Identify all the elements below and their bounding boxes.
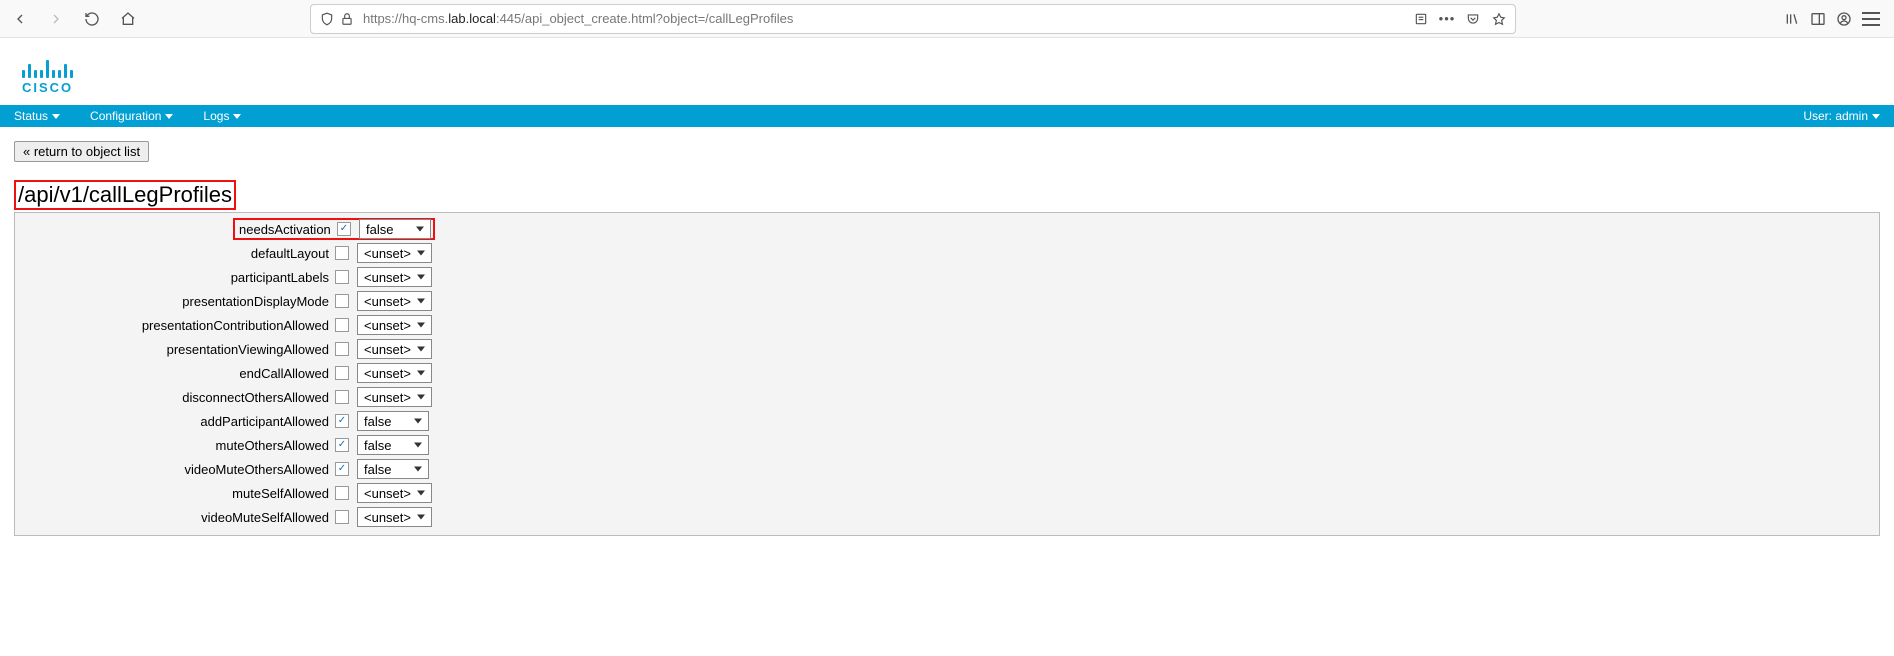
form-row: muteOthersAllowed✓ false: [15, 433, 1879, 457]
value-select[interactable]: <unset>: [357, 483, 432, 503]
include-checkbox[interactable]: ✓: [335, 414, 349, 428]
field-label: addParticipantAllowed: [15, 414, 335, 429]
include-checkbox[interactable]: [335, 294, 349, 308]
field-label: videoMuteOthersAllowed: [15, 462, 335, 477]
value-select[interactable]: <unset>: [357, 387, 432, 407]
brand-name: CISCO: [22, 80, 1872, 95]
api-path-title: /api/v1/callLegProfiles: [14, 180, 236, 210]
nav-label: Configuration: [90, 109, 161, 123]
return-button[interactable]: « return to object list: [14, 141, 149, 162]
form-row: endCallAllowed <unset>: [15, 361, 1879, 385]
form-row: videoMuteOthersAllowed✓ false: [15, 457, 1879, 481]
bookmark-star-icon[interactable]: [1491, 11, 1507, 27]
field-label: defaultLayout: [15, 246, 335, 261]
reader-icon[interactable]: [1413, 11, 1429, 27]
lock-icon: [339, 11, 355, 27]
value-select[interactable]: <unset>: [357, 363, 432, 383]
chevron-down-icon: [233, 114, 241, 119]
value-select[interactable]: <unset>: [357, 291, 432, 311]
account-icon[interactable]: [1836, 11, 1852, 27]
form-row: participantLabels <unset>: [15, 265, 1879, 289]
field-label: endCallAllowed: [15, 366, 335, 381]
brand-logo: CISCO: [0, 38, 1894, 105]
include-checkbox[interactable]: [335, 318, 349, 332]
value-select[interactable]: <unset>: [357, 507, 432, 527]
include-checkbox[interactable]: [335, 246, 349, 260]
library-icon[interactable]: [1784, 11, 1800, 27]
form-row: disconnectOthersAllowed <unset>: [15, 385, 1879, 409]
nav-user[interactable]: User: admin: [1803, 109, 1880, 123]
field-label: participantLabels: [15, 270, 335, 285]
field-label: disconnectOthersAllowed: [15, 390, 335, 405]
field-label: presentationContributionAllowed: [15, 318, 335, 333]
form-row: presentationViewingAllowed <unset>: [15, 337, 1879, 361]
back-button[interactable]: [6, 5, 34, 33]
nav-logs[interactable]: Logs: [203, 109, 241, 123]
value-select[interactable]: <unset>: [357, 315, 432, 335]
field-label: presentationDisplayMode: [15, 294, 335, 309]
form-row: presentationDisplayMode <unset>: [15, 289, 1879, 313]
include-checkbox[interactable]: [335, 486, 349, 500]
highlight-box: needsActivation✓ false: [233, 218, 435, 240]
nav-label: Status: [14, 109, 48, 123]
include-checkbox[interactable]: [335, 390, 349, 404]
form-row: muteSelfAllowed <unset>: [15, 481, 1879, 505]
include-checkbox[interactable]: [335, 342, 349, 356]
field-label: presentationViewingAllowed: [15, 342, 335, 357]
browser-toolbar: https://hq-cms.lab.local:445/api_object_…: [0, 0, 1894, 38]
url-text: https://hq-cms.lab.local:445/api_object_…: [363, 11, 1405, 26]
chevron-down-icon: [165, 114, 173, 119]
forward-button[interactable]: [42, 5, 70, 33]
field-label: needsActivation: [237, 222, 337, 237]
form-panel: needsActivation✓falsedefaultLayout<unset…: [14, 212, 1880, 536]
cisco-bars-icon: [22, 56, 1872, 78]
nav-status[interactable]: Status: [14, 109, 60, 123]
pocket-icon[interactable]: [1465, 11, 1481, 27]
form-row: videoMuteSelfAllowed <unset>: [15, 505, 1879, 529]
page-content: « return to object list /api/v1/callLegP…: [0, 127, 1894, 550]
field-label: videoMuteSelfAllowed: [15, 510, 335, 525]
include-checkbox[interactable]: [335, 270, 349, 284]
reload-button[interactable]: [78, 5, 106, 33]
top-nav: Status Configuration Logs User: admin: [0, 105, 1894, 127]
toolbar-right: [1784, 11, 1880, 27]
menu-icon[interactable]: [1862, 12, 1880, 26]
field-label: muteSelfAllowed: [15, 486, 335, 501]
url-bar[interactable]: https://hq-cms.lab.local:445/api_object_…: [310, 4, 1516, 34]
value-select[interactable]: <unset>: [357, 339, 432, 359]
form-row: addParticipantAllowed✓ false: [15, 409, 1879, 433]
include-checkbox[interactable]: [335, 366, 349, 380]
value-select[interactable]: false: [357, 459, 429, 479]
form-row: needsActivation✓ false: [15, 217, 1879, 241]
shield-icon: [319, 11, 335, 27]
include-checkbox[interactable]: ✓: [335, 462, 349, 476]
user-label: User: admin: [1803, 109, 1868, 123]
chevron-down-icon: [1872, 114, 1880, 119]
form-row: defaultLayout <unset>: [15, 241, 1879, 265]
value-select[interactable]: false: [357, 435, 429, 455]
value-select[interactable]: false: [359, 219, 431, 239]
form-row: presentationContributionAllowed <unset>: [15, 313, 1879, 337]
sidebar-icon[interactable]: [1810, 11, 1826, 27]
chevron-down-icon: [52, 114, 60, 119]
include-checkbox[interactable]: ✓: [337, 222, 351, 236]
include-checkbox[interactable]: ✓: [335, 438, 349, 452]
value-select[interactable]: <unset>: [357, 267, 432, 287]
more-icon[interactable]: •••: [1439, 11, 1455, 27]
field-label: muteOthersAllowed: [15, 438, 335, 453]
value-select[interactable]: <unset>: [357, 243, 432, 263]
include-checkbox[interactable]: [335, 510, 349, 524]
nav-label: Logs: [203, 109, 229, 123]
value-select[interactable]: false: [357, 411, 429, 431]
home-button[interactable]: [114, 5, 142, 33]
nav-configuration[interactable]: Configuration: [90, 109, 173, 123]
